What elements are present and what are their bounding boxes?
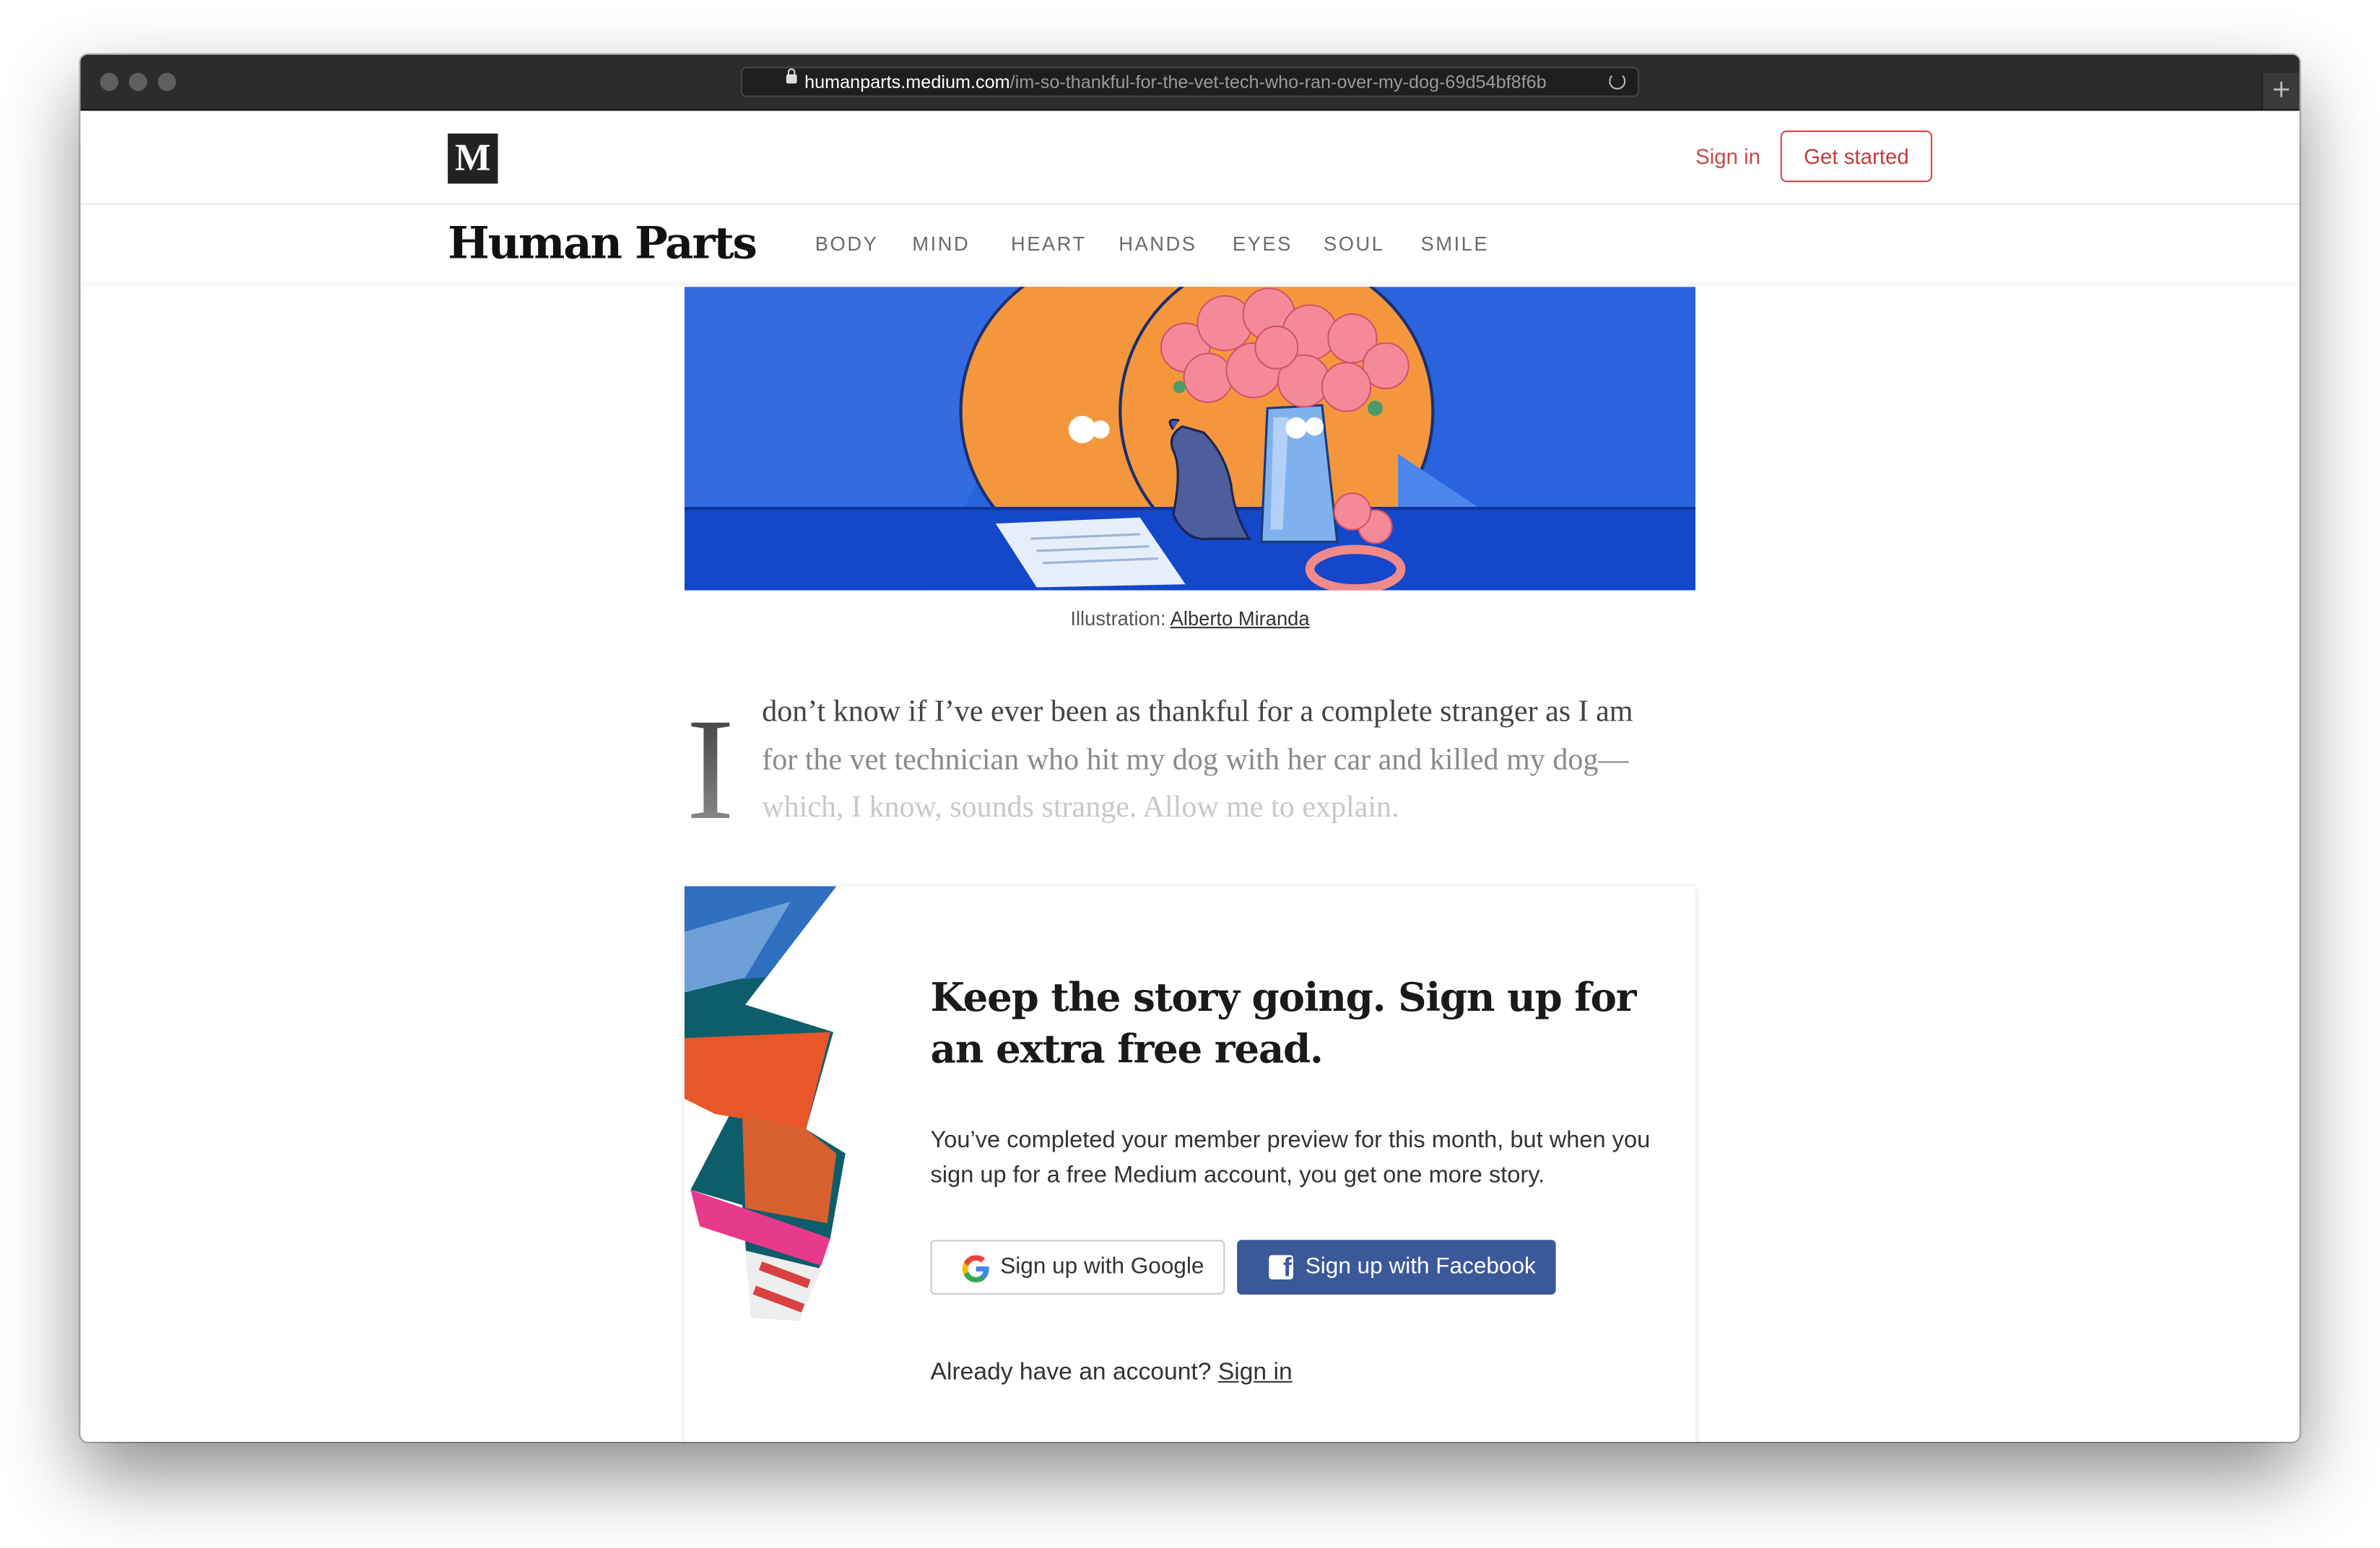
zoom-window-button[interactable] (157, 72, 176, 92)
article-intro: don’t know if I’ve ever been as thankful… (762, 689, 1703, 832)
browser-window: humanparts.medium.com/im-so-thankful-for… (80, 54, 2300, 1442)
facebook-signup-label: Sign up with Facebook (1305, 1253, 1536, 1279)
address-bar[interactable]: humanparts.medium.com/im-so-thankful-for… (740, 66, 1640, 97)
facebook-signup-button[interactable]: f Sign up with Facebook (1237, 1240, 1556, 1295)
page-content: M Sign in Get started Human Parts BODY M… (80, 110, 2300, 1442)
nav-item-mind[interactable]: MIND (912, 230, 970, 258)
drop-cap: I (687, 705, 733, 830)
nav-item-eyes[interactable]: EYES (1233, 230, 1293, 258)
illustrator-link[interactable]: Alberto Miranda (1171, 607, 1310, 630)
lock-icon (786, 68, 797, 84)
hero-illustration (685, 287, 1695, 591)
paywall-card: Keep the story going. Sign up for an ext… (685, 886, 1695, 1442)
minimize-window-button[interactable] (129, 72, 147, 92)
nav-item-hands[interactable]: HANDS (1119, 230, 1196, 258)
close-window-button[interactable] (100, 72, 118, 92)
nav-item-body[interactable]: BODY (815, 230, 879, 258)
publication-nav: Human Parts BODY MIND HEART HANDS EYES S… (80, 204, 2300, 282)
screenshot-stage: humanparts.medium.com/im-so-thankful-for… (0, 0, 2380, 1548)
already-have-account: Already have an account? Sign in (931, 1357, 1293, 1390)
nav-item-heart[interactable]: HEART (1011, 230, 1087, 258)
reload-icon[interactable] (1609, 72, 1626, 90)
get-started-button[interactable]: Get started (1780, 130, 1932, 183)
caption-prefix: Illustration: (1070, 606, 1171, 630)
browser-titlebar: humanparts.medium.com/im-so-thankful-for… (80, 54, 2300, 111)
site-header: M Sign in Get started (80, 110, 2300, 205)
paywall-sign-in-link[interactable]: Sign in (1218, 1360, 1293, 1386)
image-caption: Illustration: Alberto Miranda (685, 606, 1695, 633)
medium-logo[interactable]: M (448, 133, 498, 184)
url-text: humanparts.medium.com/im-so-thankful-for… (804, 69, 1594, 96)
paywall-artwork (685, 886, 846, 1321)
nav-item-soul[interactable]: SOUL (1324, 230, 1385, 258)
nav-item-smile[interactable]: SMILE (1421, 230, 1490, 258)
google-icon (962, 1255, 989, 1283)
already-text: Already have an account? (930, 1360, 1218, 1386)
url-path: /im-so-thankful-for-the-vet-tech-who-ran… (1009, 71, 1547, 93)
paywall-body: You’ve completed your member preview for… (930, 1127, 1651, 1188)
publication-title[interactable]: Human Parts (448, 214, 757, 271)
google-signup-button[interactable]: Sign up with Google (930, 1240, 1225, 1295)
sign-in-link[interactable]: Sign in (1695, 141, 1760, 171)
drop-cap-letter: I (687, 705, 733, 830)
url-host: humanparts.medium.com (804, 71, 1010, 93)
google-signup-label: Sign up with Google (1000, 1253, 1204, 1279)
article-line-2: for the vet technician who hit my dog wi… (762, 742, 1629, 777)
facebook-icon: f (1269, 1253, 1293, 1282)
article-line-1: don’t know if I’ve ever been as thankful… (762, 695, 1633, 729)
paywall-heading: Keep the story going. Sign up for an ext… (930, 975, 1637, 1074)
new-tab-button[interactable]: + (2262, 72, 2300, 110)
article-line-3: which, I know, sounds strange. Allow me … (762, 791, 1399, 825)
